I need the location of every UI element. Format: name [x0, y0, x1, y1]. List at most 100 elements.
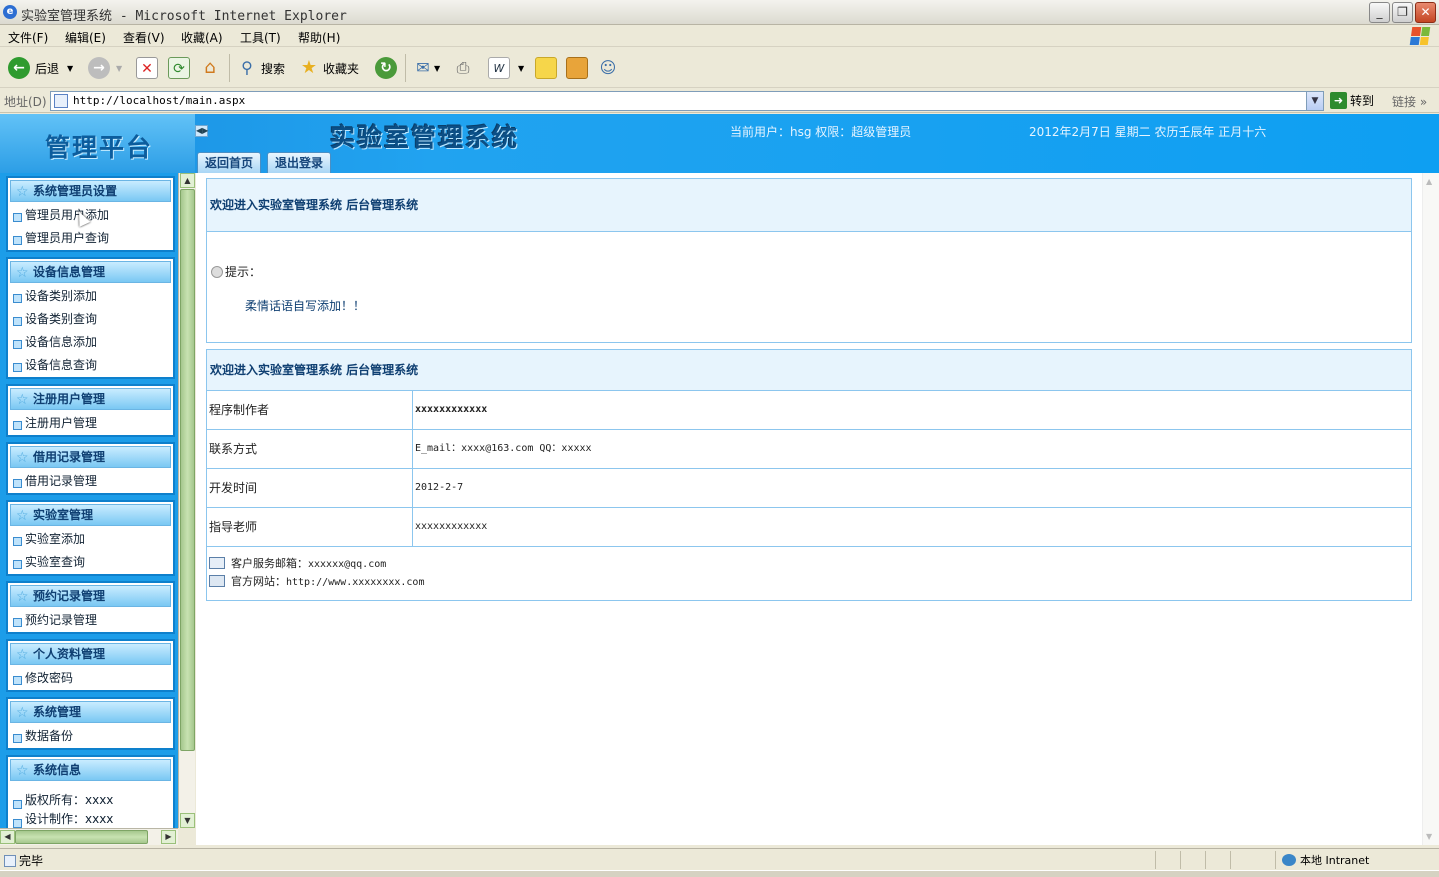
- address-input[interactable]: http://localhost/main.aspx ▼: [50, 91, 1324, 111]
- sidebar-item-lab-add[interactable]: 实验室添加: [8, 528, 173, 551]
- research-button[interactable]: [566, 56, 588, 80]
- menu-file[interactable]: 文件(F): [8, 29, 48, 46]
- sidebar-item-admin-query[interactable]: 管理员用户查询: [8, 227, 173, 250]
- windows-logo-icon: [1409, 27, 1431, 45]
- back-dropdown-icon[interactable]: ▼: [67, 64, 73, 73]
- scroll-down-icon[interactable]: ▼: [1426, 832, 1432, 841]
- edit-button[interactable]: W ▼: [488, 56, 524, 80]
- website-label: 官方网站：: [231, 575, 286, 588]
- history-button[interactable]: ↻: [375, 56, 397, 80]
- sidebar-item-equipment-query[interactable]: 设备信息查询: [8, 354, 173, 377]
- home-button[interactable]: ⌂: [199, 56, 221, 80]
- group-title: 实验室管理: [33, 508, 94, 522]
- menu-view[interactable]: 查看(V): [123, 29, 165, 46]
- star-icon: ☆: [16, 265, 29, 281]
- favorites-button[interactable]: ★ 收藏夹: [298, 56, 359, 80]
- sidebar-group-borrow: ☆ 借用记录管理 借用记录管理: [6, 442, 175, 495]
- mail-button[interactable]: ✉ ▼: [412, 56, 440, 80]
- sidebar-group-header[interactable]: ☆ 系统管理: [10, 701, 171, 723]
- scroll-right-icon[interactable]: ▶: [161, 830, 176, 844]
- home-tab[interactable]: 返回首页: [197, 152, 262, 173]
- links-button[interactable]: 链接 »: [1392, 93, 1427, 110]
- sidebar-item-change-password[interactable]: 修改密码: [8, 667, 173, 690]
- search-button[interactable]: ⚲ 搜索: [236, 56, 285, 80]
- menu-tools[interactable]: 工具(T): [240, 29, 281, 46]
- sidebar-group-header[interactable]: ☆ 系统管理员设置: [10, 180, 171, 202]
- edit-dropdown-icon[interactable]: ▼: [518, 64, 524, 73]
- menu-help[interactable]: 帮助(H): [298, 29, 340, 46]
- forward-button[interactable]: → ▼: [88, 56, 122, 80]
- menu-edit[interactable]: 编辑(E): [65, 29, 106, 46]
- star-icon: ☆: [16, 508, 29, 524]
- mail-dropdown-icon[interactable]: ▼: [434, 64, 440, 73]
- main-vertical-scrollbar[interactable]: ▲ ▼: [1422, 173, 1439, 845]
- forward-dropdown-icon[interactable]: ▼: [116, 64, 122, 73]
- group-title: 系统信息: [33, 763, 82, 777]
- toolbar-separator: [229, 54, 230, 82]
- sidebar-item-data-backup[interactable]: 数据备份: [8, 725, 173, 748]
- back-button[interactable]: ← 后退 ▼: [8, 56, 73, 80]
- star-icon: ☆: [16, 392, 29, 408]
- website-value[interactable]: http://www.xxxxxxxx.com: [286, 577, 424, 588]
- welcome-panel: 欢迎进入实验室管理系统 后台管理系统 提示： 柔情话语自写添加！！: [206, 178, 1412, 343]
- sidebar-horizontal-scrollbar[interactable]: ◀ ▶: [0, 828, 178, 845]
- maximize-button[interactable]: ❐: [1392, 2, 1413, 23]
- close-button[interactable]: ✕: [1415, 2, 1436, 23]
- sidebar-group-header[interactable]: ☆ 预约记录管理: [10, 585, 171, 607]
- sidebar-group-header[interactable]: ☆ 借用记录管理: [10, 446, 171, 468]
- status-divider: [1230, 851, 1231, 869]
- logout-tab[interactable]: 退出登录: [267, 152, 332, 173]
- sidebar-group-header[interactable]: ☆ 设备信息管理: [10, 261, 171, 283]
- refresh-button[interactable]: ⟳: [168, 56, 190, 80]
- sidebar-group-header[interactable]: ☆ 注册用户管理: [10, 388, 171, 410]
- sidebar-toggle-icon[interactable]: ◀▶: [195, 125, 208, 137]
- word-edit-icon: W: [488, 57, 510, 79]
- address-dropdown-icon[interactable]: ▼: [1306, 92, 1323, 110]
- address-url[interactable]: http://localhost/main.aspx: [73, 94, 245, 107]
- sidebar-item-reservation-manage[interactable]: 预约记录管理: [8, 609, 173, 632]
- sidebar-group-header[interactable]: ☆ 实验室管理: [10, 504, 171, 526]
- scrollbar-thumb[interactable]: [180, 189, 195, 751]
- minimize-button[interactable]: _: [1369, 2, 1390, 23]
- info-key: 程序制作者: [207, 391, 413, 429]
- info-panel-title: 欢迎进入实验室管理系统 后台管理系统: [207, 350, 1411, 391]
- sidebar-item-equipment-add[interactable]: 设备信息添加: [8, 331, 173, 354]
- sidebar-group-header[interactable]: ☆ 系统信息: [10, 759, 171, 781]
- sidebar-item-design: 设计制作：xxxx: [8, 810, 173, 828]
- scrollbar-thumb[interactable]: [15, 830, 148, 844]
- email-value[interactable]: xxxxxx@qq.com: [308, 559, 386, 570]
- discuss-button[interactable]: [535, 56, 557, 80]
- sidebar-item-category-query[interactable]: 设备类别查询: [8, 308, 173, 331]
- taskbar-strip: [0, 870, 1439, 877]
- home-icon: ⌂: [204, 57, 216, 78]
- intranet-icon: [1282, 854, 1296, 866]
- sidebar-item-user-manage[interactable]: 注册用户管理: [8, 412, 173, 435]
- sidebar-group-lab: ☆ 实验室管理 实验室添加 实验室查询: [6, 500, 175, 576]
- scroll-down-icon[interactable]: ▼: [180, 813, 195, 828]
- sidebar-item-borrow-manage[interactable]: 借用记录管理: [8, 470, 173, 493]
- toolbar-separator: [405, 54, 406, 82]
- print-button[interactable]: ⎙: [452, 56, 474, 80]
- go-arrow-icon: ➜: [1330, 92, 1347, 109]
- go-button[interactable]: ➜ 转到: [1330, 92, 1374, 109]
- sidebar-item-category-add[interactable]: 设备类别添加: [8, 285, 173, 308]
- security-zone: 本地 Intranet: [1282, 852, 1369, 868]
- sidebar-item-lab-query[interactable]: 实验室查询: [8, 551, 173, 574]
- info-key: 联系方式: [207, 430, 413, 468]
- scroll-up-icon[interactable]: ▲: [1426, 177, 1432, 186]
- sidebar-group-users: ☆ 注册用户管理 注册用户管理: [6, 384, 175, 437]
- sidebar-group-sysinfo: ☆ 系统信息 版权所有：xxxx 设计制作：xxxx: [6, 755, 175, 828]
- messenger-icon: ☺: [599, 58, 617, 77]
- sidebar-group-header[interactable]: ☆ 个人资料管理: [10, 643, 171, 665]
- sidebar-vertical-scrollbar[interactable]: ▲ ▼: [178, 173, 195, 828]
- scroll-left-icon[interactable]: ◀: [0, 830, 15, 844]
- sidebar-group-system: ☆ 系统管理 数据备份: [6, 697, 175, 750]
- messenger-button[interactable]: ☺: [597, 56, 619, 80]
- go-label: 转到: [1350, 94, 1375, 108]
- logo: 管理平台: [45, 133, 154, 162]
- stop-icon: ✕: [136, 57, 158, 79]
- menu-favorites[interactable]: 收藏(A): [181, 29, 223, 46]
- stop-button[interactable]: ✕: [136, 56, 158, 80]
- scroll-up-icon[interactable]: ▲: [180, 173, 195, 188]
- sidebar-item-admin-add[interactable]: 管理员用户添加: [8, 204, 173, 227]
